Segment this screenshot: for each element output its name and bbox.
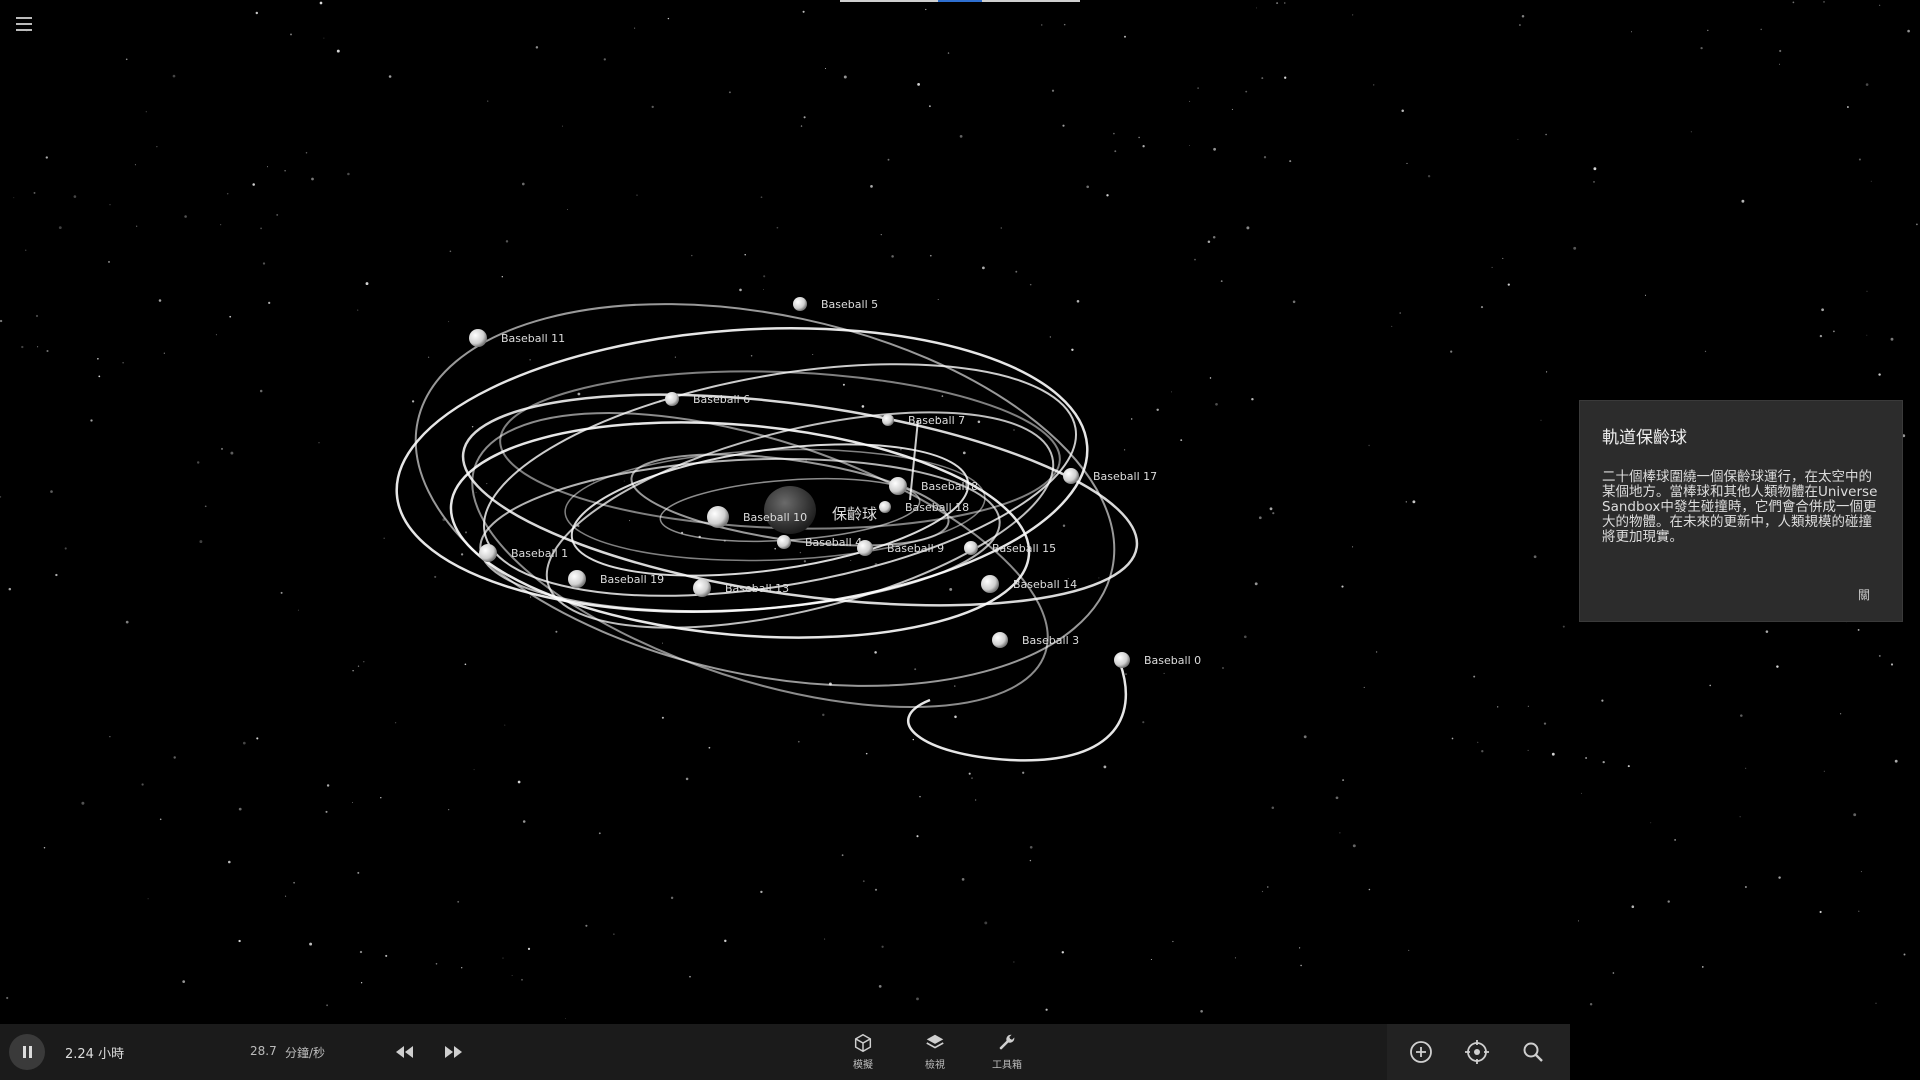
layers-icon xyxy=(926,1034,944,1049)
baseball-18-sphere[interactable] xyxy=(879,501,891,513)
baseball-5-sphere[interactable] xyxy=(793,297,807,311)
bowling-ball[interactable] xyxy=(764,486,816,534)
baseball-11-label: Baseball 11 xyxy=(501,332,565,345)
focus-icon xyxy=(1465,1040,1489,1064)
baseball-8-sphere[interactable] xyxy=(889,477,907,495)
baseball-13-label: Baseball 13 xyxy=(725,582,789,595)
baseball-7-sphere[interactable] xyxy=(882,414,894,426)
rewind-icon[interactable] xyxy=(393,1040,417,1064)
search-icon xyxy=(1523,1042,1543,1062)
baseball-3-label: Baseball 3 xyxy=(1022,634,1079,647)
cube-icon xyxy=(854,1033,872,1053)
baseball-9-label: Baseball 9 xyxy=(887,542,944,555)
info-panel-title: 軌道保齡球 xyxy=(1602,428,1687,448)
tab-toolbox-label: 工具箱 xyxy=(992,1060,1022,1071)
baseball-8-label: Baseball 8 xyxy=(921,480,978,493)
top-progress-indicator xyxy=(840,0,1080,2)
baseball-4-label: Baseball 4 xyxy=(805,536,862,549)
baseball-19-sphere[interactable] xyxy=(568,570,586,588)
hamburger-menu-icon[interactable] xyxy=(12,12,36,36)
baseball-5-label: Baseball 5 xyxy=(821,298,878,311)
baseball-10-label: Baseball 10 xyxy=(743,511,807,524)
focus-button[interactable] xyxy=(1459,1035,1495,1069)
baseball-6-sphere[interactable] xyxy=(665,392,679,406)
baseball-19-label: Baseball 19 xyxy=(600,573,664,586)
search-button[interactable] xyxy=(1515,1035,1551,1069)
baseball-0-sphere[interactable] xyxy=(1114,652,1130,668)
tab-simulation[interactable]: 模擬 xyxy=(833,1030,893,1078)
baseball-15-label: Baseball 15 xyxy=(992,542,1056,555)
time-rate-value: 28.7 xyxy=(250,1044,277,1058)
baseball-9-sphere[interactable] xyxy=(857,540,873,556)
baseball-18-label: Baseball 18 xyxy=(905,501,969,514)
baseball-1-sphere[interactable] xyxy=(479,544,497,562)
baseball-7-label: Baseball 7 xyxy=(908,414,965,427)
tab-view[interactable]: 檢視 xyxy=(905,1030,965,1078)
bowling-ball-label: 保齡球 xyxy=(832,505,877,523)
wrench-icon xyxy=(999,1034,1015,1050)
info-panel-description: 二十個棒球圍繞一個保齡球運行，在太空中的某個地方。當棒球和其他人類物體在Univ… xyxy=(1602,469,1878,545)
info-panel-close-button[interactable]: 關 xyxy=(1858,586,1870,603)
baseball-17-label: Baseball 17 xyxy=(1093,470,1157,483)
baseball-11-sphere[interactable] xyxy=(469,329,487,347)
baseball-17-sphere[interactable] xyxy=(1063,468,1079,484)
info-panel: 軌道保齡球 二十個棒球圍繞一個保齡球運行，在太空中的某個地方。當棒球和其他人類物… xyxy=(1579,400,1903,622)
baseball-4-sphere[interactable] xyxy=(777,535,791,549)
baseball-13-sphere[interactable] xyxy=(693,579,711,597)
tab-simulation-label: 模擬 xyxy=(853,1060,873,1071)
pause-button[interactable] xyxy=(9,1034,45,1070)
baseball-10-sphere[interactable] xyxy=(707,506,729,528)
baseball-1-label: Baseball 1 xyxy=(511,547,568,560)
time-rate-unit: 分鐘/秒 xyxy=(285,1046,326,1060)
baseball-3-sphere[interactable] xyxy=(992,632,1008,648)
add-icon xyxy=(1410,1041,1432,1063)
baseball-0-label: Baseball 0 xyxy=(1144,654,1201,667)
baseball-14-label: Baseball 14 xyxy=(1013,578,1077,591)
bottom-toolbar xyxy=(0,1024,1570,1080)
fast-forward-icon[interactable] xyxy=(441,1040,465,1064)
baseball-6-label: Baseball 6 xyxy=(693,393,750,406)
add-object-button[interactable] xyxy=(1403,1035,1439,1069)
baseball-15-sphere[interactable] xyxy=(964,541,978,555)
simulation-time: 2.24 小時 xyxy=(65,1047,125,1062)
baseball-14-sphere[interactable] xyxy=(981,575,999,593)
tab-toolbox[interactable]: 工具箱 xyxy=(977,1030,1037,1078)
tab-view-label: 檢視 xyxy=(925,1060,945,1071)
